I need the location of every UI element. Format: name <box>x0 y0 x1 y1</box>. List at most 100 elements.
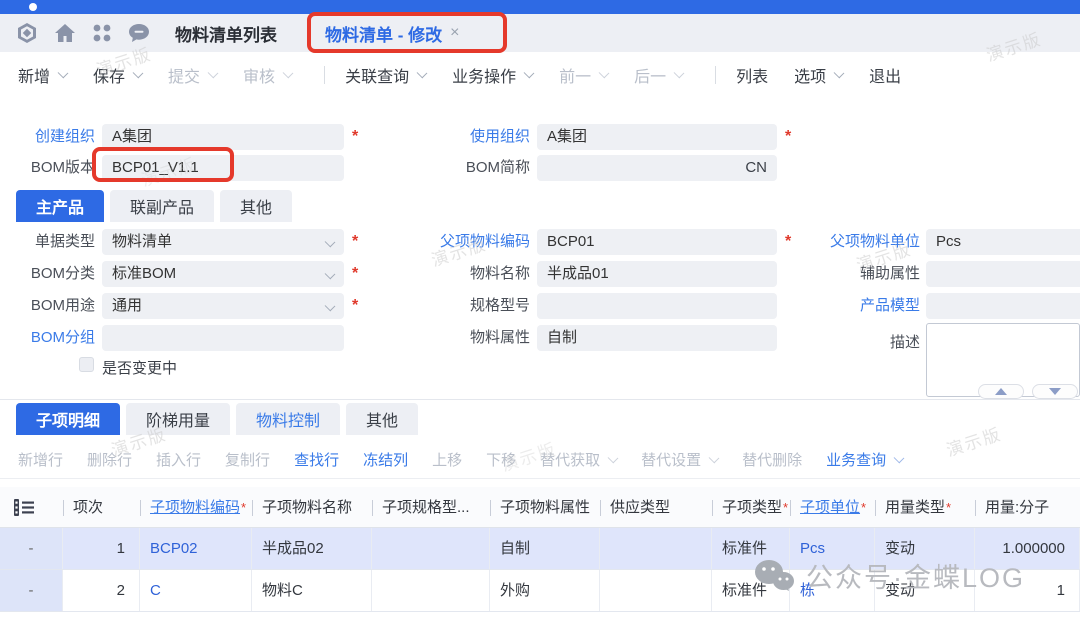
column-header-child-spec[interactable]: 子项规格型... <box>372 487 490 527</box>
column-header-child-attr[interactable]: 子项物料属性 <box>490 487 600 527</box>
toolbar-related-query-button[interactable]: 关联查询 <box>345 63 426 87</box>
grid-delete-row-button[interactable]: 删除行 <box>87 449 132 470</box>
cell-child-spec[interactable] <box>372 570 490 611</box>
home-icon[interactable] <box>54 23 76 43</box>
tab-main-product[interactable]: 主产品 <box>16 190 104 222</box>
grid-substitute-set-button[interactable]: 替代设置 <box>641 449 718 470</box>
column-header-child-name[interactable]: 子项物料名称 <box>252 487 372 527</box>
tab-co-products[interactable]: 联副产品 <box>110 190 214 222</box>
required-star: * <box>352 229 358 255</box>
toolbar-options-button[interactable]: 选项 <box>794 63 843 87</box>
bom-category-select[interactable]: 标准BOM <box>102 261 344 287</box>
doc-type-select[interactable]: 物料清单 <box>102 229 344 255</box>
grid-find-row-button[interactable]: 查找行 <box>294 449 339 470</box>
bom-short-suffix: CN <box>745 155 767 181</box>
apps-icon[interactable] <box>92 23 112 43</box>
tab-material-control[interactable]: 物料控制 <box>236 403 340 435</box>
parent-code-field[interactable]: BCP01 <box>537 229 777 255</box>
grid-move-up-button[interactable]: 上移 <box>432 449 462 470</box>
toolbar-list-button[interactable]: 列表 <box>736 63 768 87</box>
product-model-label[interactable]: 产品模型 <box>820 293 920 319</box>
parent-code-label[interactable]: 父项物料编码 <box>435 229 530 255</box>
cell-usage-type[interactable]: 变动 <box>875 570 975 611</box>
cell-child-name[interactable]: 半成品02 <box>252 528 372 569</box>
column-header-supply-type[interactable]: 供应类型 <box>600 487 712 527</box>
cell-child-spec[interactable] <box>372 528 490 569</box>
tab-bom-list[interactable]: 物料清单列表 <box>175 14 277 52</box>
create-org-label[interactable]: 创建组织 <box>0 124 95 150</box>
column-header-child-unit[interactable]: 子项单位* <box>790 487 875 527</box>
cell-child-type[interactable]: 标准件 <box>712 570 790 611</box>
cell-seq[interactable]: 2 <box>63 570 140 611</box>
grid-toolbar: 新增行 删除行 插入行 复制行 查找行 冻结列 上移 下移 替代获取 替代设置 … <box>0 441 1080 479</box>
collapse-up-button[interactable] <box>978 384 1024 399</box>
changing-checkbox[interactable] <box>79 357 94 372</box>
logo-icon[interactable] <box>16 22 38 44</box>
column-header-child-code[interactable]: 子项物料编码* <box>140 487 252 527</box>
message-icon[interactable] <box>128 23 150 43</box>
product-model-field[interactable] <box>926 293 1080 319</box>
cell-seq[interactable]: 1 <box>63 528 140 569</box>
tab-child-detail[interactable]: 子项明细 <box>16 403 120 435</box>
row-settings-icon[interactable] <box>0 487 63 527</box>
bom-group-label[interactable]: BOM分组 <box>0 325 95 351</box>
cell-supply-type[interactable] <box>600 570 712 611</box>
cell-child-code[interactable]: C <box>140 570 252 611</box>
tab-other-top[interactable]: 其他 <box>220 190 292 222</box>
parent-unit-label[interactable]: 父项物料单位 <box>820 229 920 255</box>
chevron-down-icon <box>133 68 144 79</box>
table-row[interactable]: - 1 BCP02 半成品02 自制 标准件 Pcs 变动 1.000000 <box>0 528 1080 570</box>
aux-attr-field[interactable] <box>926 261 1080 287</box>
cell-child-attr[interactable]: 自制 <box>490 528 600 569</box>
material-name-field[interactable]: 半成品01 <box>537 261 777 287</box>
grid-copy-row-button[interactable]: 复制行 <box>225 449 270 470</box>
chevron-down-icon <box>674 68 685 79</box>
grid-freeze-column-button[interactable]: 冻结列 <box>363 449 408 470</box>
cell-usage-numerator[interactable]: 1.000000 <box>975 528 1080 569</box>
material-attr-field[interactable]: 自制 <box>537 325 777 351</box>
grid-move-down-button[interactable]: 下移 <box>486 449 516 470</box>
cell-child-name[interactable]: 物料C <box>252 570 372 611</box>
spec-model-field[interactable] <box>537 293 777 319</box>
chevron-down-icon <box>608 452 619 463</box>
cell-supply-type[interactable] <box>600 528 712 569</box>
grid-insert-row-button[interactable]: 插入行 <box>156 449 201 470</box>
row-marker[interactable]: - <box>0 570 63 611</box>
grid-substitute-delete-button[interactable]: 替代删除 <box>742 449 802 470</box>
table-row[interactable]: - 2 C 物料C 外购 标准件 栋 变动 1 <box>0 570 1080 612</box>
toolbar-submit-button[interactable]: 提交 <box>168 63 217 87</box>
column-header-seq[interactable]: 项次 <box>63 487 140 527</box>
use-org-label[interactable]: 使用组织 <box>435 124 530 150</box>
parent-unit-field[interactable]: Pcs <box>926 229 1080 255</box>
row-marker[interactable]: - <box>0 528 63 569</box>
cell-child-attr[interactable]: 外购 <box>490 570 600 611</box>
cell-usage-numerator[interactable]: 1 <box>975 570 1080 611</box>
cell-child-type[interactable]: 标准件 <box>712 528 790 569</box>
bom-group-field[interactable] <box>102 325 344 351</box>
tab-step-usage[interactable]: 阶梯用量 <box>126 403 230 435</box>
toolbar-business-ops-button[interactable]: 业务操作 <box>452 63 533 87</box>
grid-substitute-get-button[interactable]: 替代获取 <box>540 449 617 470</box>
use-org-field[interactable]: A集团 <box>537 124 777 150</box>
grid-add-row-button[interactable]: 新增行 <box>18 449 63 470</box>
cell-usage-type[interactable]: 变动 <box>875 528 975 569</box>
toolbar-audit-button[interactable]: 审核 <box>243 63 292 87</box>
toolbar-save-button[interactable]: 保存 <box>93 63 142 87</box>
cell-child-unit[interactable]: Pcs <box>790 528 875 569</box>
column-header-child-type[interactable]: 子项类型* <box>712 487 790 527</box>
cell-child-unit[interactable]: 栋 <box>790 570 875 611</box>
cell-child-code[interactable]: BCP02 <box>140 528 252 569</box>
grid-business-query-button[interactable]: 业务查询 <box>826 449 903 470</box>
app-window: 物料清单列表 物料清单 - 修改 × 新增 保存 提交 审核 关联查询 业务操作… <box>0 0 1080 618</box>
column-header-usage-numerator[interactable]: 用量:分子 <box>975 487 1080 527</box>
column-header-usage-type[interactable]: 用量类型* <box>875 487 975 527</box>
tab-other-bottom[interactable]: 其他 <box>346 403 418 435</box>
collapse-down-button[interactable] <box>1032 384 1078 399</box>
bom-short-field[interactable]: CN <box>537 155 777 181</box>
chevron-down-icon <box>834 68 845 79</box>
toolbar-next-button[interactable]: 后一 <box>634 63 683 87</box>
toolbar-new-button[interactable]: 新增 <box>18 63 67 87</box>
bom-usage-select[interactable]: 通用 <box>102 293 344 319</box>
toolbar-previous-button[interactable]: 前一 <box>559 63 608 87</box>
toolbar-exit-button[interactable]: 退出 <box>869 63 901 87</box>
